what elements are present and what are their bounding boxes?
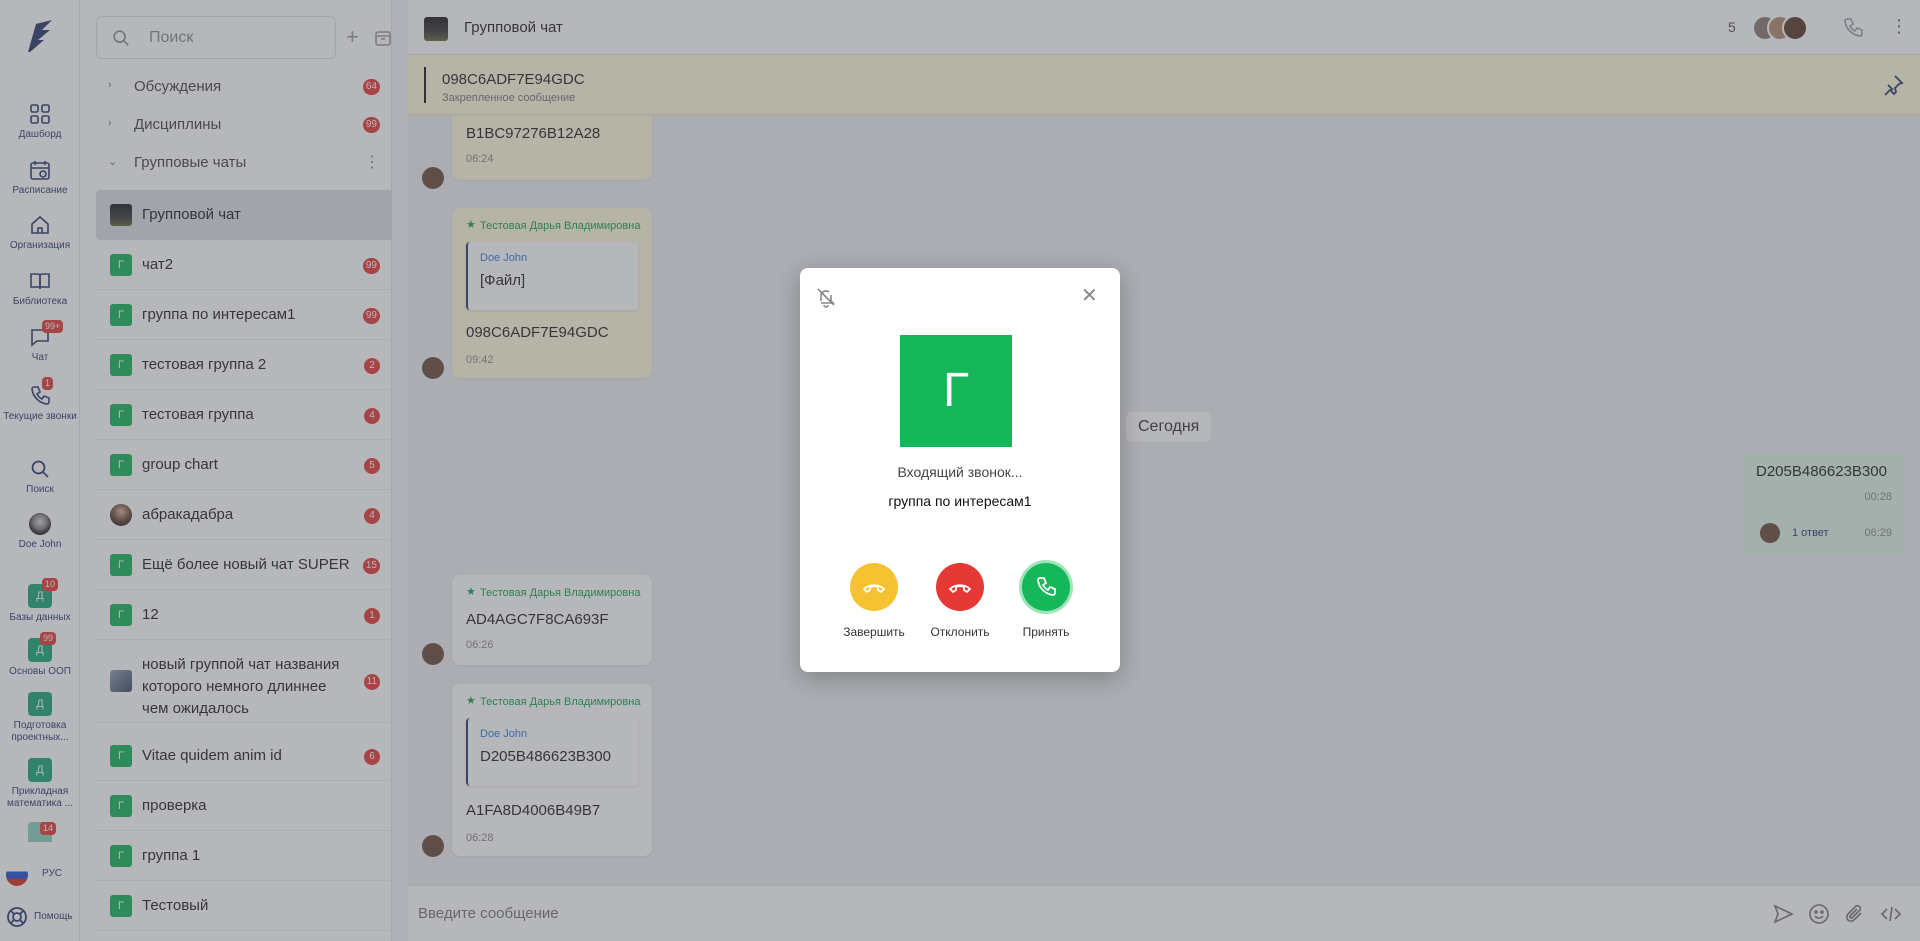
end-call-button[interactable] [850,563,898,611]
phone-icon [1037,577,1056,596]
phone-hangup-icon [948,584,972,594]
caller-name: группа по интересам1 [888,493,1032,509]
phone-hangup-icon [862,584,886,594]
app: Дашборд Расписание Организация Библиотек… [0,0,1920,941]
decline-call-button[interactable] [936,563,984,611]
accept-call-button[interactable] [1022,563,1070,611]
incoming-call-modal: ✕ Г Входящий звонок... группа по интерес… [800,268,1120,672]
caller-avatar: Г [900,335,1012,447]
bell-off-icon[interactable] [815,286,837,308]
end-call-label: Завершить [843,625,905,639]
call-status: Входящий звонок... [897,464,1023,480]
accept-call-label: Принять [1022,625,1070,639]
close-icon[interactable]: ✕ [1081,283,1098,308]
decline-call-label: Отклонить [930,625,990,639]
